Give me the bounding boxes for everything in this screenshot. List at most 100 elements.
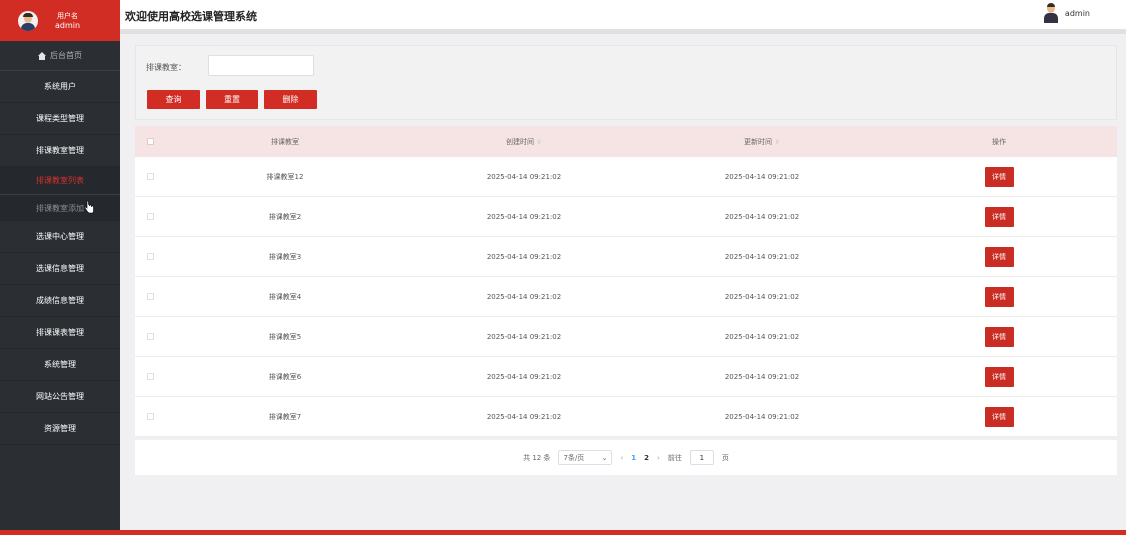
total-count: 共 12 条	[523, 453, 551, 462]
cell-updated: 2025-04-14 09:21:02	[724, 412, 800, 421]
sidebar-item-label: 排课课表管理	[36, 328, 84, 337]
sidebar-item-label: 系统用户	[44, 82, 76, 91]
column-header-classroom: 排课教室	[271, 137, 299, 146]
cell-classroom: 排课教室3	[268, 252, 302, 261]
cell-created: 2025-04-14 09:21:02	[486, 372, 562, 381]
cell-updated: 2025-04-14 09:21:02	[724, 292, 800, 301]
sidebar: 用户名 admin 后台首页 系统用户 课程类型管理 排课教室管理 排课教室列表…	[0, 0, 120, 530]
table-row: 排课教室5 2025-04-14 09:21:02 2025-04-14 09:21…	[135, 317, 1117, 357]
detail-button[interactable]: 详情	[984, 246, 1014, 267]
sidebar-item-label: 排课教室列表	[36, 176, 84, 185]
sort-icon[interactable]: ⇳	[537, 139, 542, 146]
row-checkbox[interactable]	[146, 333, 154, 340]
sidebar-item-label: 选课中心管理	[36, 232, 84, 241]
detail-button[interactable]: 详情	[984, 206, 1014, 227]
cell-classroom: 排课教室5	[268, 332, 302, 341]
page-title: 欢迎使用高校选课管理系统	[125, 10, 257, 23]
detail-button[interactable]: 详情	[984, 286, 1014, 307]
sidebar-item-notice[interactable]: 网站公告管理	[0, 381, 120, 413]
detail-button[interactable]: 详情	[984, 366, 1014, 387]
cell-classroom: 排课教室6	[268, 372, 302, 381]
column-header-ops: 操作	[992, 137, 1006, 146]
delete-button[interactable]: 删除	[264, 90, 317, 109]
table-row: 排课教室6 2025-04-14 09:21:02 2025-04-14 09:21…	[135, 357, 1117, 397]
sidebar-item-system-users[interactable]: 系统用户	[0, 71, 120, 103]
sidebar-item-classroom[interactable]: 排课教室管理	[0, 135, 120, 167]
sidebar-item-schedule[interactable]: 排课课表管理	[0, 317, 120, 349]
row-checkbox[interactable]	[146, 173, 154, 180]
sidebar-subitem-classroom-add[interactable]: 排课教室添加	[0, 194, 120, 221]
detail-button[interactable]: 详情	[984, 166, 1014, 187]
cell-created: 2025-04-14 09:21:02	[486, 212, 562, 221]
row-checkbox[interactable]	[146, 373, 154, 380]
table-row: 排课教室4 2025-04-14 09:21:02 2025-04-14 09:21…	[135, 277, 1117, 317]
page-number-1[interactable]: 1	[631, 454, 636, 462]
prev-page-icon[interactable]: ‹	[620, 454, 623, 462]
sidebar-item-label: 网站公告管理	[36, 392, 84, 401]
sidebar-item-course-info[interactable]: 选课信息管理	[0, 253, 120, 285]
table-row: 排课教室2 2025-04-14 09:21:02 2025-04-14 09:21…	[135, 197, 1117, 237]
sidebar-item-system[interactable]: 系统管理	[0, 349, 120, 381]
classroom-search-input[interactable]	[208, 55, 314, 76]
detail-button[interactable]: 详情	[984, 326, 1014, 347]
sort-icon[interactable]: ⇳	[775, 139, 780, 146]
row-checkbox[interactable]	[146, 213, 154, 220]
sidebar-item-label: 系统管理	[44, 360, 76, 369]
page-size-select[interactable]: 7条/页 ⌄	[558, 450, 613, 465]
column-header-created[interactable]: 创建时间 ⇳	[405, 137, 643, 147]
row-checkbox[interactable]	[146, 253, 154, 260]
page-number-2[interactable]: 2	[644, 454, 649, 462]
reset-button[interactable]: 重置	[206, 90, 258, 109]
classroom-search-label: 排课教室：	[146, 63, 186, 72]
row-checkbox[interactable]	[146, 413, 154, 420]
table-row: 排课教室3 2025-04-14 09:21:02 2025-04-14 09:21…	[135, 237, 1117, 277]
cell-classroom: 排课教室2	[268, 212, 302, 221]
cell-created: 2025-04-14 09:21:02	[486, 332, 562, 341]
sidebar-item-label: 资源管理	[44, 424, 76, 433]
top-user-name: admin	[1064, 8, 1090, 18]
sidebar-item-label: 排课教室管理	[36, 146, 84, 155]
sidebar-item-grades[interactable]: 成绩信息管理	[0, 285, 120, 317]
next-page-icon[interactable]: ›	[657, 454, 660, 462]
sidebar-subitem-classroom-list[interactable]: 排课教室列表	[0, 167, 120, 194]
column-header-label: 更新时间	[743, 137, 772, 146]
goto-page-input[interactable]: 1	[689, 450, 714, 465]
cell-updated: 2025-04-14 09:21:02	[724, 332, 800, 341]
select-all-checkbox[interactable]	[146, 138, 154, 145]
cell-classroom: 排课教室4	[268, 292, 302, 301]
cell-updated: 2025-04-14 09:21:02	[724, 372, 800, 381]
sidebar-item-label: 成绩信息管理	[36, 296, 84, 305]
table-row: 排课教室7 2025-04-14 09:21:02 2025-04-14 09:21…	[135, 397, 1117, 437]
goto-label: 前往	[667, 453, 682, 462]
table-body: 排课教室12 2025-04-14 09:21:02 2025-04-14 09:2…	[135, 157, 1117, 437]
sidebar-item-resources[interactable]: 资源管理	[0, 413, 120, 445]
column-header-label: 创建时间	[505, 137, 534, 146]
bottom-bar	[0, 530, 1126, 535]
top-bar-divider	[120, 30, 1126, 34]
user-label: 用户名	[57, 11, 79, 20]
column-header-updated[interactable]: 更新时间 ⇳	[643, 137, 881, 147]
sidebar-user-info: 用户名 admin	[55, 11, 80, 31]
sidebar-item-label: 课程类型管理	[36, 114, 84, 123]
cell-updated: 2025-04-14 09:21:02	[724, 252, 800, 261]
pagination: 共 12 条 7条/页 ⌄ ‹ 1 2 › 前往 1 页	[135, 440, 1117, 475]
chevron-down-icon: ⌄	[601, 453, 608, 462]
query-button[interactable]: 查询	[147, 90, 200, 109]
home-icon	[38, 51, 46, 60]
detail-button[interactable]: 详情	[984, 406, 1014, 427]
hand-cursor-icon	[84, 201, 94, 214]
sidebar-item-course-center[interactable]: 选课中心管理	[0, 221, 120, 253]
sidebar-item-label: 排课教室添加	[36, 203, 84, 213]
top-user-menu[interactable]: admin	[1043, 3, 1090, 23]
sidebar-user-header: 用户名 admin	[0, 0, 120, 41]
sidebar-item-label: 选课信息管理	[36, 264, 84, 273]
sidebar-item-home[interactable]: 后台首页	[0, 41, 120, 71]
top-bar: 欢迎使用高校选课管理系统 admin	[120, 0, 1126, 30]
cell-classroom: 排课教室12	[266, 172, 304, 181]
sidebar-item-course-type[interactable]: 课程类型管理	[0, 103, 120, 135]
table-row: 排课教室12 2025-04-14 09:21:02 2025-04-14 09:2…	[135, 157, 1117, 197]
avatar	[1043, 3, 1058, 23]
row-checkbox[interactable]	[146, 293, 154, 300]
sidebar-item-label: 后台首页	[50, 51, 82, 60]
cell-updated: 2025-04-14 09:21:02	[724, 172, 800, 181]
